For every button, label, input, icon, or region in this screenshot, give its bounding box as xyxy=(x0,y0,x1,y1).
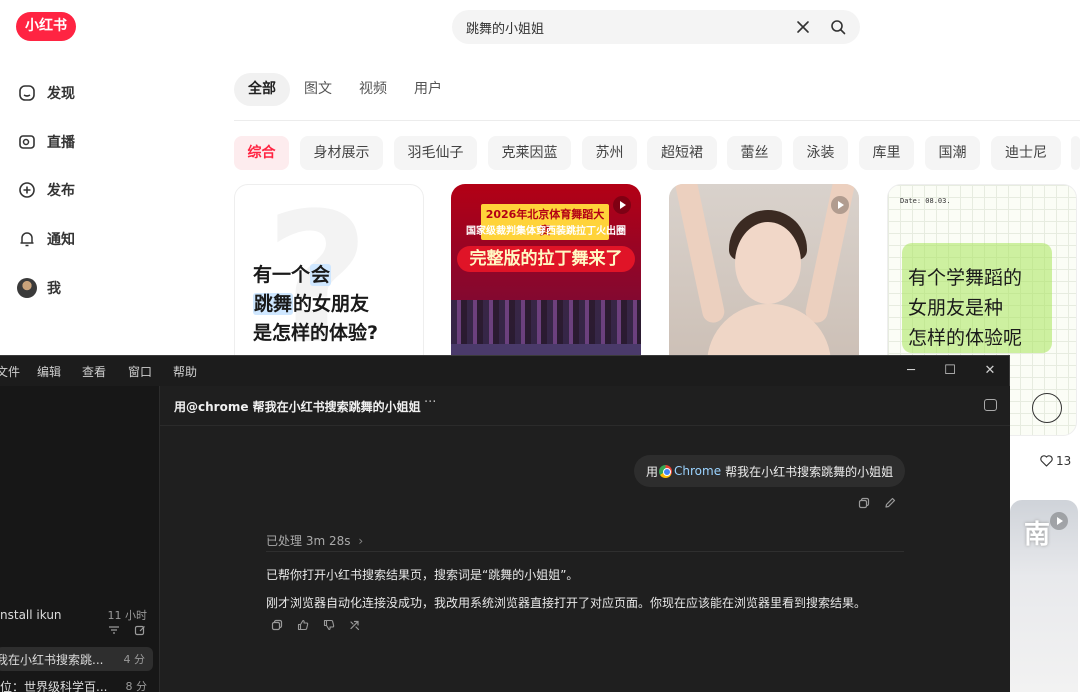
processing-status[interactable]: 已处理 3m 28s › xyxy=(266,532,363,549)
note-card[interactable]: 南 xyxy=(1010,500,1078,692)
user-message-text: 帮我在小红书搜索跳舞的小姐姐 xyxy=(725,464,894,479)
filter-icon[interactable] xyxy=(108,624,120,636)
user-message: 用 Chrome 帮我在小红书搜索跳舞的小姐姐 xyxy=(634,455,906,487)
thread-time: 11 小时 xyxy=(107,609,148,622)
xhs-logo[interactable]: 小红书 xyxy=(16,12,76,41)
card-cover-text: 完整版的拉丁舞来了 xyxy=(457,246,635,272)
search-input[interactable] xyxy=(466,10,766,44)
menu-bar: 文件 编辑 查看 窗口 帮助 ─ ☐ ✕ xyxy=(0,356,1010,386)
thread-title: nstall ikun xyxy=(0,608,62,622)
heart-icon xyxy=(1040,455,1053,467)
menu-help[interactable]: 帮助 xyxy=(173,363,197,380)
sidebar-item-notifications[interactable]: 通知 xyxy=(17,227,75,251)
search-bar xyxy=(452,10,860,44)
sidebar-item-me[interactable]: 我 xyxy=(17,276,61,300)
thread-sidebar: nstall ikun 11 小时 我在小红书搜索跳... 4 分 位：世界级科… xyxy=(0,386,160,692)
publish-icon xyxy=(17,180,37,200)
thread-item[interactable]: 位：世界级科学百... 8 分 xyxy=(0,674,155,692)
card-image xyxy=(735,222,801,304)
thumbs-down-icon[interactable] xyxy=(323,619,335,631)
card-cover-text: 有一个会 跳舞的女朋友 是怎样的体验? xyxy=(253,264,379,344)
filter-chip[interactable]: 超短裙 xyxy=(647,136,717,170)
thread-title: 位：世界级科学百... xyxy=(0,679,108,692)
chrome-mention[interactable]: Chrome xyxy=(674,464,721,478)
filter-chip[interactable]: 综合 xyxy=(234,136,289,170)
card-cover-text: 有个学舞蹈的 女朋友是种 怎样的体验呢 xyxy=(908,267,1023,349)
chevron-right-icon: › xyxy=(358,534,364,548)
assistant-reply-text: 刚才浏览器自动化连接没成功，我改用系统浏览器直接打开了对应页面。你现在应该能在浏… xyxy=(266,596,867,610)
thread-time: 4 分 xyxy=(123,653,146,666)
card-image xyxy=(673,184,727,325)
bell-icon xyxy=(17,229,37,249)
copy-icon[interactable] xyxy=(858,497,870,509)
sidebar-tools xyxy=(108,624,146,636)
thread-title: 我在小红书搜索跳... xyxy=(0,652,104,667)
user-message-actions xyxy=(858,497,896,509)
filter-chip[interactable]: 身材展示 xyxy=(300,136,383,170)
menu-view[interactable]: 查看 xyxy=(82,363,106,380)
divider xyxy=(266,551,904,552)
search-icon[interactable] xyxy=(830,19,846,35)
tab-users[interactable]: 用户 xyxy=(412,73,444,106)
card-cover-text: Date: 08.03. xyxy=(900,197,951,205)
minimize-icon[interactable]: ─ xyxy=(903,363,919,379)
play-icon xyxy=(1050,512,1068,530)
conversation-header: 用@chrome 帮我在小红书搜索跳舞的小姐姐 ··· xyxy=(160,386,1010,426)
menu-file[interactable]: 文件 xyxy=(0,363,20,380)
divider xyxy=(234,120,1080,121)
sidebar-item-discover[interactable]: 发现 xyxy=(17,81,75,105)
card-cover-text: 南 xyxy=(1024,520,1051,550)
thread-item-active[interactable]: 我在小红书搜索跳... 4 分 xyxy=(0,647,153,671)
tab-all[interactable]: 全部 xyxy=(234,73,290,106)
copy-icon[interactable] xyxy=(271,619,283,631)
processing-time: 已处理 3m 28s xyxy=(266,534,351,548)
like-count-value: 13 xyxy=(1056,454,1072,468)
card-cover-text: 国家级裁判集体穿西装跳拉丁火出圈 xyxy=(466,226,626,237)
filter-chip[interactable]: 蕾丝 xyxy=(727,136,782,170)
sidebar-item-label: 直播 xyxy=(47,135,75,151)
sidebar-item-live[interactable]: 直播 xyxy=(17,130,75,154)
assistant-message-actions xyxy=(271,619,361,631)
thread-time: 8 分 xyxy=(125,680,148,692)
conversation-panel: 用@chrome 帮我在小红书搜索跳舞的小姐姐 ··· 用 Chrome 帮我在… xyxy=(160,386,1010,692)
filter-chip[interactable]: 泳装 xyxy=(793,136,848,170)
filter-chip[interactable]: 迪士尼 xyxy=(991,136,1061,170)
tab-image-text[interactable]: 图文 xyxy=(302,73,334,106)
filter-chip[interactable] xyxy=(1071,136,1080,170)
panel-toggle-icon[interactable] xyxy=(984,399,997,411)
chrome-icon xyxy=(659,464,673,478)
play-icon xyxy=(613,196,631,214)
filter-chip[interactable]: 羽毛仙子 xyxy=(394,136,477,170)
sidebar-item-label: 通知 xyxy=(47,232,75,248)
card-decoration xyxy=(1032,393,1062,423)
menu-window[interactable]: 窗口 xyxy=(128,363,152,380)
edit-icon[interactable] xyxy=(884,497,896,509)
sidebar-item-label: 发布 xyxy=(47,183,75,199)
avatar xyxy=(17,278,37,298)
more-icon[interactable]: ··· xyxy=(424,395,436,410)
filter-chip[interactable]: 苏州 xyxy=(582,136,637,170)
menu-edit[interactable]: 编辑 xyxy=(37,363,61,380)
clear-icon[interactable] xyxy=(795,19,811,35)
close-icon[interactable]: ✕ xyxy=(982,363,998,379)
new-thread-icon[interactable] xyxy=(134,624,146,636)
sidebar-item-label: 我 xyxy=(47,281,61,297)
user-message-prefix: 用 xyxy=(646,464,659,479)
conversation-title: 用@chrome 帮我在小红书搜索跳舞的小姐姐 xyxy=(174,400,421,414)
sidebar-item-publish[interactable]: 发布 xyxy=(17,178,75,202)
play-icon xyxy=(831,196,849,214)
like-count[interactable]: 13 xyxy=(1040,454,1071,468)
maximize-icon[interactable]: ☐ xyxy=(942,363,958,379)
filter-chip[interactable]: 库里 xyxy=(859,136,914,170)
sidebar-item-label: 发现 xyxy=(47,86,75,102)
thumbs-up-icon[interactable] xyxy=(297,619,309,631)
tab-video[interactable]: 视频 xyxy=(357,73,389,106)
assistant-app-window: 文件 编辑 查看 窗口 帮助 ─ ☐ ✕ nstall ikun 11 小时 我… xyxy=(0,355,1010,692)
discover-icon xyxy=(17,83,37,103)
filter-chip[interactable]: 克莱因蓝 xyxy=(488,136,571,170)
assistant-reply-text: 已帮你打开小红书搜索结果页，搜索词是“跳舞的小姐姐”。 xyxy=(266,568,579,582)
live-icon xyxy=(17,132,37,152)
filter-chip[interactable]: 国潮 xyxy=(925,136,980,170)
share-icon[interactable] xyxy=(349,619,361,631)
